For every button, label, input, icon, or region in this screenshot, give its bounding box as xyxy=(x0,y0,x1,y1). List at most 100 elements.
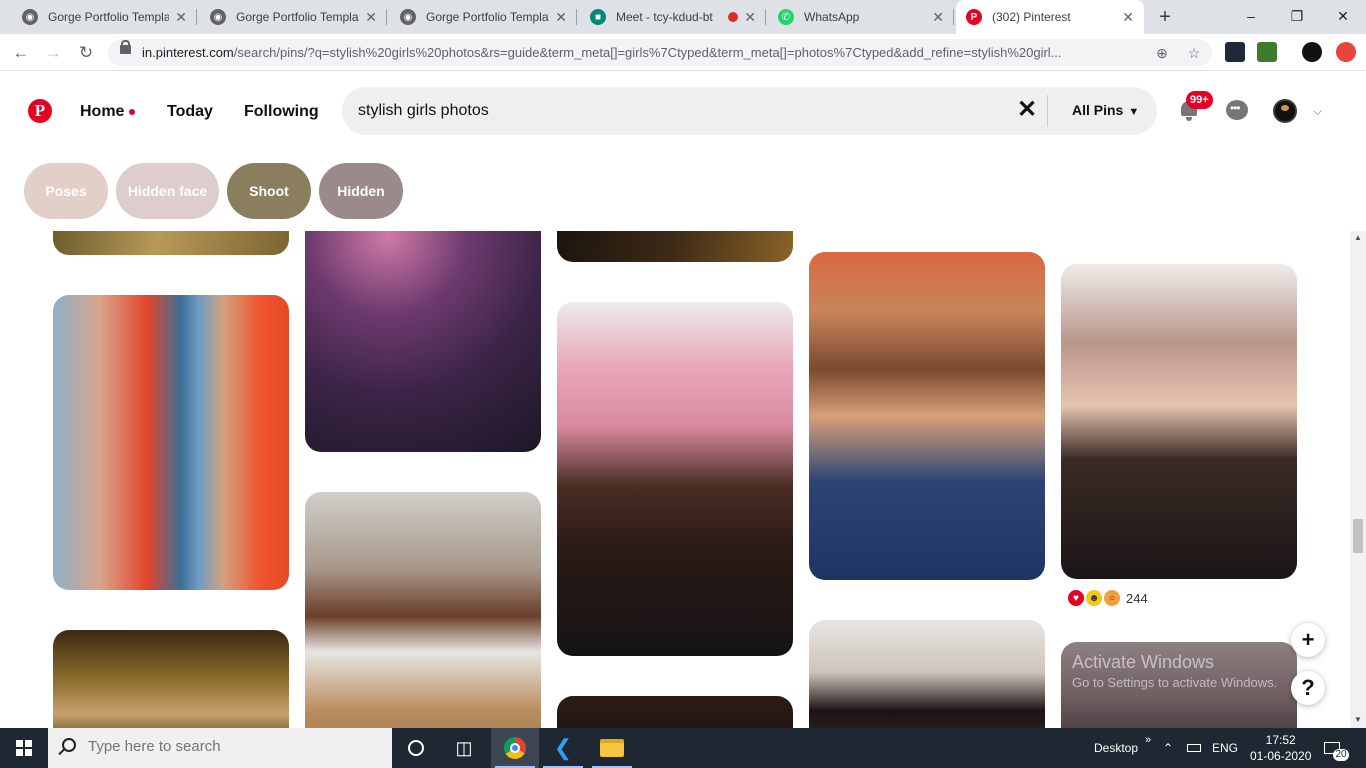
watermark-subtitle: Go to Settings to activate Windows. xyxy=(1072,675,1278,690)
scrollbar-thumb[interactable] xyxy=(1353,519,1363,553)
search-divider xyxy=(1047,95,1048,127)
extension-icon[interactable] xyxy=(1257,42,1277,62)
search-icon xyxy=(62,738,76,752)
pin-grid: ♥ ☻ ○ 244 Activate Windows Go to Setting… xyxy=(0,231,1350,728)
taskbar-search-input[interactable] xyxy=(88,738,378,755)
task-view-icon[interactable]: ◫ xyxy=(440,728,488,768)
scroll-up-arrow-icon[interactable]: ▲ xyxy=(1354,233,1362,242)
close-tab-icon[interactable]: ✕ xyxy=(365,9,377,26)
add-extension-icon[interactable]: ⊕ xyxy=(1152,43,1172,63)
back-icon[interactable]: ← xyxy=(8,40,34,66)
url-host: in.pinterest.com xyxy=(142,45,234,60)
taskbar-search[interactable] xyxy=(48,728,392,768)
chrome-taskbar-icon[interactable] xyxy=(491,728,539,768)
pin-image[interactable] xyxy=(557,231,793,262)
close-tab-icon[interactable]: ✕ xyxy=(555,9,567,26)
close-tab-icon[interactable]: ✕ xyxy=(744,9,756,26)
guide-pill-shoot[interactable]: Shoot xyxy=(227,163,311,219)
new-tab-button[interactable]: + xyxy=(1152,4,1178,30)
forward-icon[interactable]: → xyxy=(40,40,66,66)
pin-image[interactable] xyxy=(305,231,541,452)
account-chevron-down-icon[interactable]: ⌵ xyxy=(1313,104,1322,119)
tab-title: WhatsApp xyxy=(804,10,860,24)
scope-label: All Pins xyxy=(1072,102,1124,118)
pin-image[interactable] xyxy=(53,231,289,255)
close-tab-icon[interactable]: ✕ xyxy=(932,9,944,26)
file-explorer-taskbar-icon[interactable] xyxy=(588,728,636,768)
pin-image[interactable] xyxy=(53,630,289,728)
restore-button[interactable]: ❐ xyxy=(1274,0,1320,34)
address-bar[interactable]: in.pinterest.com/search/pins/?q=stylish%… xyxy=(108,39,1212,66)
pin-reactions[interactable]: ♥ ☻ ○ 244 xyxy=(1068,590,1148,606)
pin-image[interactable] xyxy=(1061,264,1297,579)
browser-tab[interactable]: ■ Meet - tcy-kdud-bt ✕ xyxy=(580,0,766,34)
create-pin-button[interactable]: + xyxy=(1291,623,1325,657)
windows-start-button[interactable] xyxy=(0,728,48,768)
pin-image[interactable] xyxy=(53,295,289,590)
globe-icon: ◉ xyxy=(400,9,416,25)
pin-image[interactable] xyxy=(557,302,793,656)
react-devtools-icon[interactable] xyxy=(1225,42,1245,62)
nav-home[interactable]: Home xyxy=(80,103,124,121)
language-indicator[interactable]: ENG xyxy=(1212,728,1238,768)
messages-icon[interactable] xyxy=(1225,99,1249,123)
minimize-button[interactable]: – xyxy=(1228,0,1274,34)
tab-title: (302) Pinterest xyxy=(992,10,1071,24)
notification-badge: 99+ xyxy=(1186,91,1213,109)
bookmark-star-icon[interactable]: ☆ xyxy=(1184,43,1204,63)
nav-today[interactable]: Today xyxy=(167,103,213,121)
browser-tab[interactable]: ✆ WhatsApp ✕ xyxy=(768,0,954,34)
chrome-menu-update-icon[interactable] xyxy=(1336,42,1356,62)
windows-logo-icon xyxy=(25,749,32,756)
tab-title: Gorge Portfolio Templat xyxy=(236,10,360,24)
heart-reaction-icon: ♥ xyxy=(1068,590,1084,606)
clear-search-icon[interactable]: ✕ xyxy=(1014,97,1040,123)
search-input[interactable] xyxy=(358,99,998,123)
meet-icon: ■ xyxy=(590,9,606,25)
pin-image[interactable] xyxy=(305,492,541,728)
clock[interactable]: 17:52 01-06-2020 xyxy=(1250,728,1311,768)
desktop-toolbar-label[interactable]: Desktop xyxy=(1094,728,1138,768)
help-button[interactable]: ? xyxy=(1291,671,1325,705)
tab-title: Gorge Portfolio Templat xyxy=(48,10,170,24)
avatar[interactable] xyxy=(1273,99,1297,123)
recording-indicator-icon xyxy=(728,12,739,22)
browser-tab[interactable]: ◉ Gorge Portfolio Templat ✕ xyxy=(200,0,387,34)
pin-image[interactable] xyxy=(809,252,1045,580)
windows-taskbar: ◫ ❮ Desktop » ⌃ ENG 17:52 01-06-2020 20 xyxy=(0,728,1366,768)
close-tab-icon[interactable]: ✕ xyxy=(1122,9,1134,26)
url-text[interactable]: in.pinterest.com/search/pins/?q=stylish%… xyxy=(142,45,1147,60)
reload-icon[interactable]: ↻ xyxy=(73,40,99,66)
whatsapp-icon: ✆ xyxy=(778,9,794,25)
profile-avatar-icon[interactable] xyxy=(1302,42,1322,62)
pin-image[interactable] xyxy=(557,696,793,728)
clock-time: 17:52 xyxy=(1265,733,1296,747)
globe-icon: ◉ xyxy=(210,9,226,25)
browser-tab[interactable]: ◉ Gorge Portfolio Templat ✕ xyxy=(390,0,577,34)
pinterest-header: P Home Today Following ✕ All Pins ▼ 99+ ⌵… xyxy=(0,71,1366,231)
windows-logo-icon xyxy=(25,740,32,747)
browser-toolbar: ← → ↻ in.pinterest.com/search/pins/?q=st… xyxy=(0,34,1366,71)
close-tab-icon[interactable]: ✕ xyxy=(175,9,187,26)
scroll-down-arrow-icon[interactable]: ▼ xyxy=(1354,715,1362,724)
browser-tab-active[interactable]: P (302) Pinterest ✕ xyxy=(956,0,1144,34)
toolbar-overflow-icon[interactable]: » xyxy=(1145,720,1151,760)
pin-image[interactable] xyxy=(809,620,1045,728)
reaction-count: 244 xyxy=(1126,590,1148,606)
vscode-taskbar-icon[interactable]: ❮ xyxy=(539,728,587,768)
search-scope-dropdown[interactable]: All Pins ▼ xyxy=(1072,102,1139,118)
guide-pill-poses[interactable]: Poses xyxy=(24,163,108,219)
action-center-button[interactable]: 20 xyxy=(1324,728,1349,768)
page-scrollbar[interactable]: ▲ ▼ xyxy=(1350,231,1366,728)
watermark-title: Activate Windows xyxy=(1072,652,1215,672)
cortana-icon[interactable] xyxy=(392,728,440,768)
pinterest-logo-icon[interactable]: P xyxy=(28,99,52,123)
pinterest-icon: P xyxy=(966,9,982,25)
browser-tab[interactable]: ◉ Gorge Portfolio Templat ✕ xyxy=(12,0,197,34)
close-window-button[interactable]: ✕ xyxy=(1320,0,1366,34)
show-hidden-icons[interactable]: ⌃ xyxy=(1163,728,1173,768)
guide-pill-hidden-face[interactable]: Hidden face xyxy=(116,163,219,219)
nav-following[interactable]: Following xyxy=(244,103,319,121)
guide-pill-hidden[interactable]: Hidden xyxy=(319,163,403,219)
battery-icon[interactable] xyxy=(1187,728,1201,768)
